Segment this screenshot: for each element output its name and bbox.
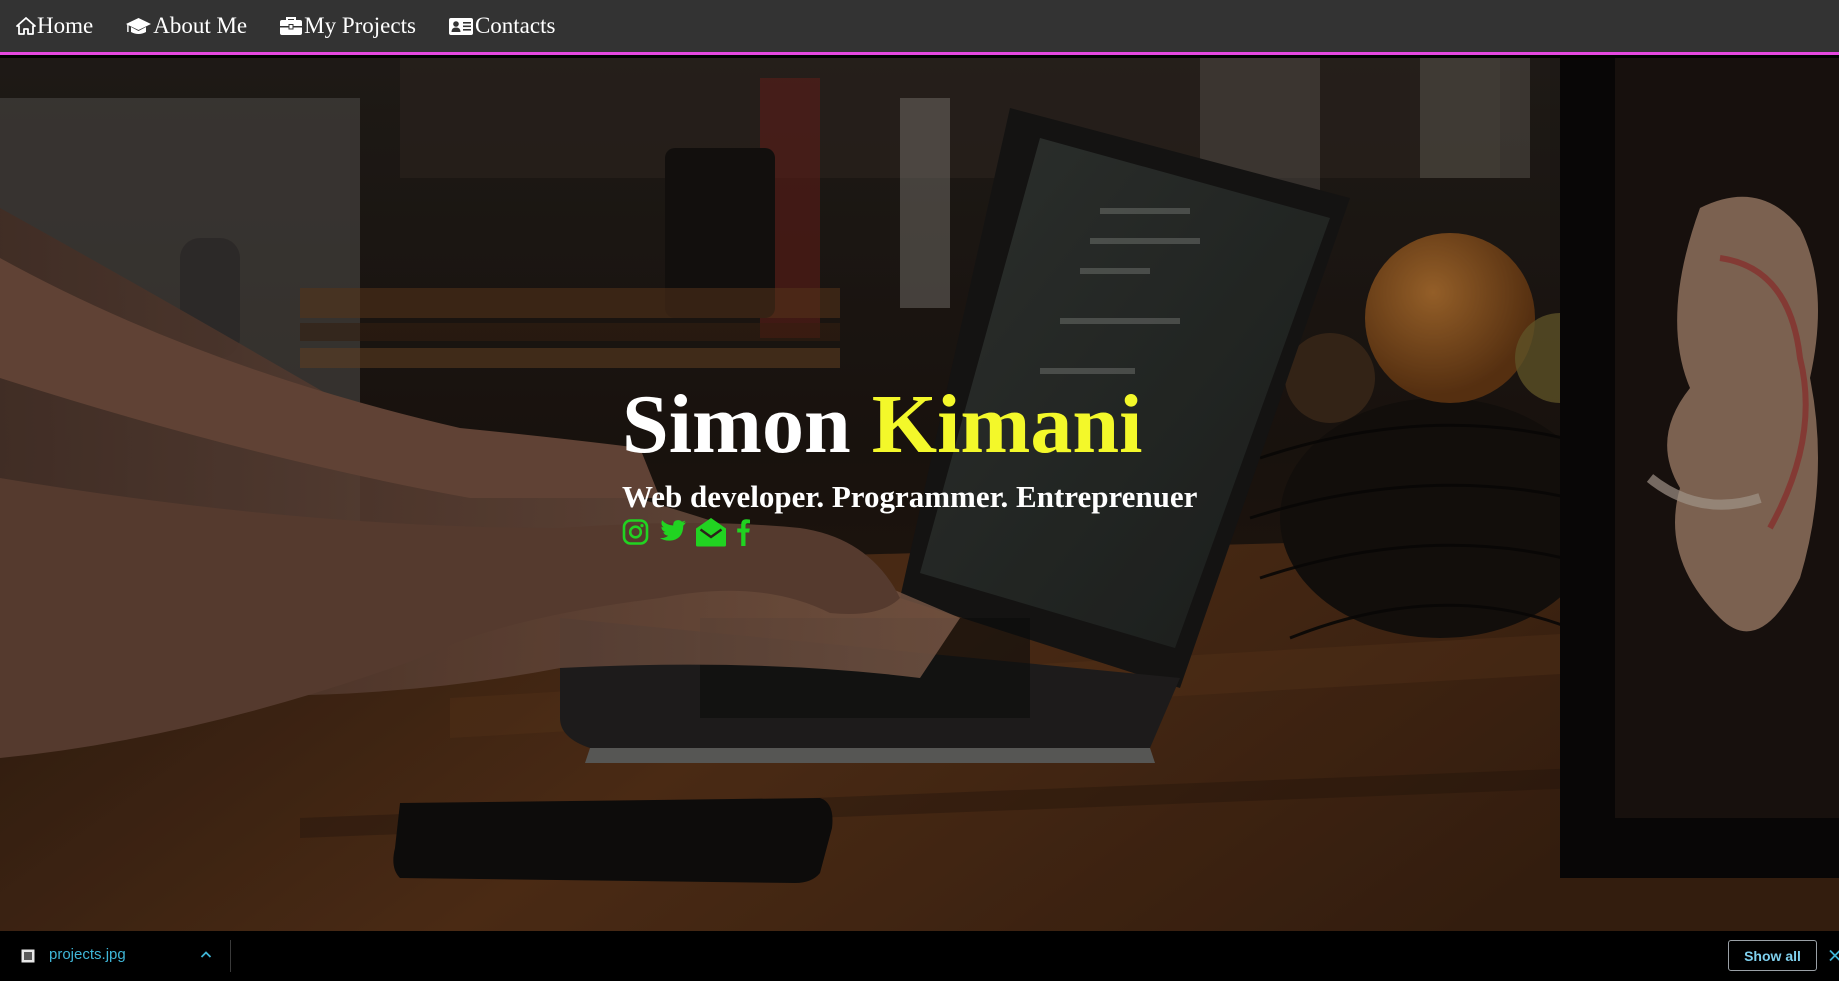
briefcase-icon [280, 17, 303, 35]
page: Home About Me My Projects Contacts Simon… [0, 0, 1839, 981]
hero-name-heading: Simon Kimani [622, 383, 1197, 467]
download-divider [230, 940, 231, 972]
home-icon [16, 17, 36, 35]
facebook-icon [737, 519, 750, 547]
instagram-link[interactable] [622, 518, 649, 546]
twitter-link[interactable] [657, 519, 687, 545]
facebook-link[interactable] [735, 517, 751, 547]
show-all-button[interactable]: Show all [1728, 940, 1817, 971]
nav-contacts-label: Contacts [474, 13, 556, 38]
twitter-icon [660, 520, 686, 541]
download-file-name: projects.jpg [49, 946, 126, 963]
hero-section: Simon Kimani Web developer. Programmer. … [0, 58, 1839, 931]
download-bar: projects.jpg Show all [0, 931, 1839, 981]
file-icon [21, 949, 35, 963]
nav-home-label: Home [37, 13, 94, 38]
hero-content: Simon Kimani Web developer. Programmer. … [622, 383, 1197, 547]
chevron-up-icon[interactable] [200, 950, 212, 959]
graduation-cap-icon [126, 18, 152, 34]
address-card-icon [448, 18, 473, 35]
nav-projects-link[interactable]: My Projects [279, 13, 416, 39]
hero-tagline: Web developer. Programmer. Entreprenuer [622, 479, 1198, 514]
email-link[interactable] [695, 517, 727, 547]
hero-last-name: Kimani [871, 378, 1143, 471]
nav-about-link[interactable]: About Me [125, 13, 247, 39]
hero-first-name: Simon [622, 378, 851, 471]
instagram-icon [622, 519, 649, 545]
envelope-open-icon [696, 518, 726, 547]
nav-contacts-link[interactable]: Contacts [448, 13, 556, 39]
top-navbar: Home About Me My Projects Contacts [0, 0, 1839, 55]
close-icon[interactable] [1829, 949, 1839, 962]
nav-about-label: About Me [153, 13, 248, 38]
nav-projects-label: My Projects [304, 13, 416, 38]
download-item[interactable]: projects.jpg [0, 931, 230, 981]
social-links [622, 517, 1197, 547]
nav-home-link[interactable]: Home [16, 13, 93, 39]
